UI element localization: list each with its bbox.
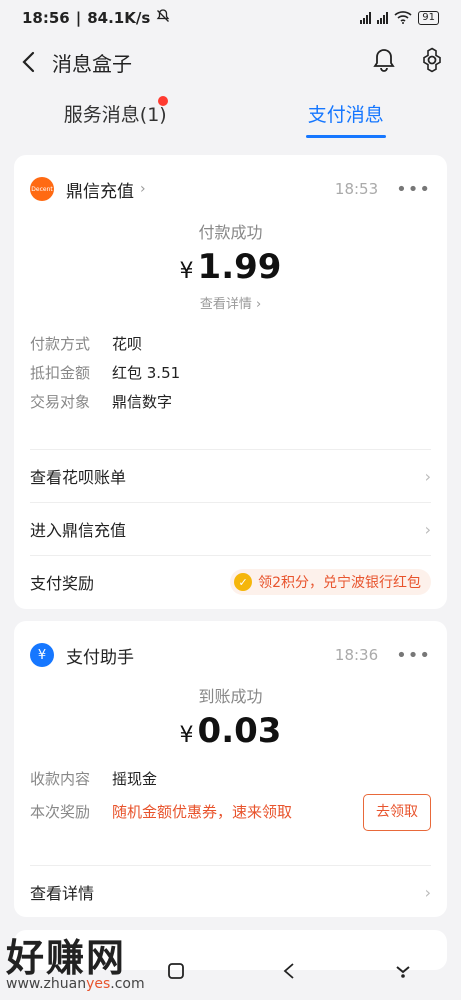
- tab-payment-messages[interactable]: 支付消息: [231, 88, 461, 140]
- receipt-amount: ¥0.03: [14, 711, 447, 751]
- status-bar: 18:56 | 84.1K/s 91: [0, 0, 461, 36]
- tab-service-label: 服务消息(1): [63, 104, 167, 126]
- row-label: 进入鼎信充值: [30, 521, 127, 540]
- active-tab-underline: [305, 135, 386, 138]
- field-row: 付款方式 花呗: [14, 330, 447, 359]
- reward-pill[interactable]: ✓ 领2积分，兑宁波银行红包: [230, 569, 431, 595]
- payment-card-1[interactable]: Decent 鼎信充值 › 18:53 ••• 付款成功 ¥1.99 查看详情 …: [14, 155, 447, 609]
- more-options-icon[interactable]: •••: [396, 179, 431, 200]
- recent-apps-icon[interactable]: [394, 962, 412, 984]
- field-row: 交易对象 鼎信数字: [14, 388, 447, 417]
- bonus-value: 随机金额优惠券，速来领取: [112, 803, 293, 821]
- coin-icon: ✓: [234, 573, 253, 591]
- huabei-bill-row[interactable]: 查看花呗账单 ›: [30, 449, 431, 502]
- settings-gear-icon[interactable]: [419, 47, 445, 77]
- status-speed: 84.1K/s: [87, 9, 151, 27]
- enter-merchant-row[interactable]: 进入鼎信充值 ›: [30, 502, 431, 555]
- page-header: 消息盒子: [0, 36, 461, 88]
- field-key: 本次奖励: [30, 803, 91, 821]
- tab-payment-label: 支付消息: [307, 104, 384, 126]
- more-options-icon[interactable]: •••: [396, 645, 431, 666]
- watermark-url-mid: yes: [86, 976, 111, 992]
- field-key: 抵扣金额: [30, 364, 91, 382]
- signal-2-icon: [377, 12, 389, 24]
- tab-service-messages[interactable]: 服务消息(1): [0, 88, 231, 140]
- merchant-name[interactable]: 支付助手: [66, 643, 134, 668]
- status-separator: |: [75, 9, 82, 27]
- field-key: 付款方式: [30, 335, 91, 353]
- message-time: 18:53: [334, 180, 379, 198]
- payment-assistant-logo-icon: ¥: [30, 643, 54, 667]
- bell-icon[interactable]: [371, 47, 397, 77]
- claim-button[interactable]: 去领取: [363, 794, 431, 831]
- watermark-title: 好赚网: [6, 936, 127, 980]
- field-value: 花呗: [112, 335, 143, 353]
- payment-reward-row: 支付奖励 ✓ 领2积分，兑宁波银行红包: [30, 555, 431, 608]
- reward-text: 领2积分，兑宁波银行红包: [258, 575, 421, 591]
- chevron-right-icon: ›: [140, 181, 146, 197]
- field-key: 收款内容: [30, 770, 91, 788]
- wifi-icon: [394, 10, 412, 27]
- amount-value: 0.03: [197, 711, 282, 751]
- view-details-link[interactable]: 查看详情 ›: [14, 293, 447, 312]
- field-value: 红包 3.51: [112, 364, 181, 382]
- page-title: 消息盒子: [52, 51, 132, 76]
- back-triangle-icon[interactable]: [282, 962, 296, 984]
- field-key: 交易对象: [30, 393, 91, 411]
- amount-value: 1.99: [197, 247, 282, 287]
- unread-dot: [158, 96, 168, 106]
- payment-card-2[interactable]: ¥ 支付助手 18:36 ••• 到账成功 ¥0.03 收款内容 摇现金 本次奖励…: [14, 621, 447, 917]
- currency-symbol: ¥: [179, 723, 194, 748]
- field-value: 摇现金: [112, 770, 158, 788]
- bonus-row: 本次奖励 随机金额优惠券，速来领取 去领取: [14, 794, 447, 831]
- chevron-right-icon: ›: [424, 882, 431, 902]
- message-time: 18:36: [334, 646, 379, 664]
- view-details-row[interactable]: 查看详情 ›: [30, 865, 431, 918]
- payment-status: 付款成功: [198, 223, 263, 242]
- signal-1-icon: [360, 12, 372, 24]
- chevron-right-icon: ›: [424, 519, 431, 539]
- watermark-url-pre: www.zhuan: [6, 976, 87, 992]
- row-label: 查看详情: [30, 884, 95, 903]
- receipt-status: 到账成功: [198, 687, 263, 706]
- battery-indicator: 91: [418, 11, 439, 25]
- chevron-right-icon: ›: [424, 466, 431, 486]
- payment-amount: ¥1.99: [14, 247, 447, 287]
- chevron-left-icon: [22, 51, 35, 73]
- currency-symbol: ¥: [179, 259, 194, 284]
- merchant-name[interactable]: 鼎信充值: [66, 177, 134, 202]
- field-value: 鼎信数字: [112, 393, 173, 411]
- status-time: 18:56: [22, 9, 70, 27]
- field-row: 抵扣金额 红包 3.51: [14, 359, 447, 388]
- row-label: 查看花呗账单: [30, 468, 127, 487]
- mute-icon: [156, 9, 170, 27]
- home-square-icon[interactable]: [167, 962, 185, 984]
- view-details-label: 查看详情: [199, 297, 252, 312]
- field-row: 收款内容 摇现金: [14, 765, 447, 794]
- watermark-url: www.zhuanyes.com: [6, 976, 145, 992]
- message-tabs: 服务消息(1) 支付消息: [0, 88, 461, 140]
- back-button[interactable]: [16, 50, 40, 74]
- site-watermark-logo: 好赚网 www.zhuanyes.com: [6, 927, 145, 992]
- reward-label: 支付奖励: [30, 574, 95, 593]
- watermark-url-post: .com: [110, 976, 145, 992]
- decent-logo-icon: Decent: [30, 177, 54, 201]
